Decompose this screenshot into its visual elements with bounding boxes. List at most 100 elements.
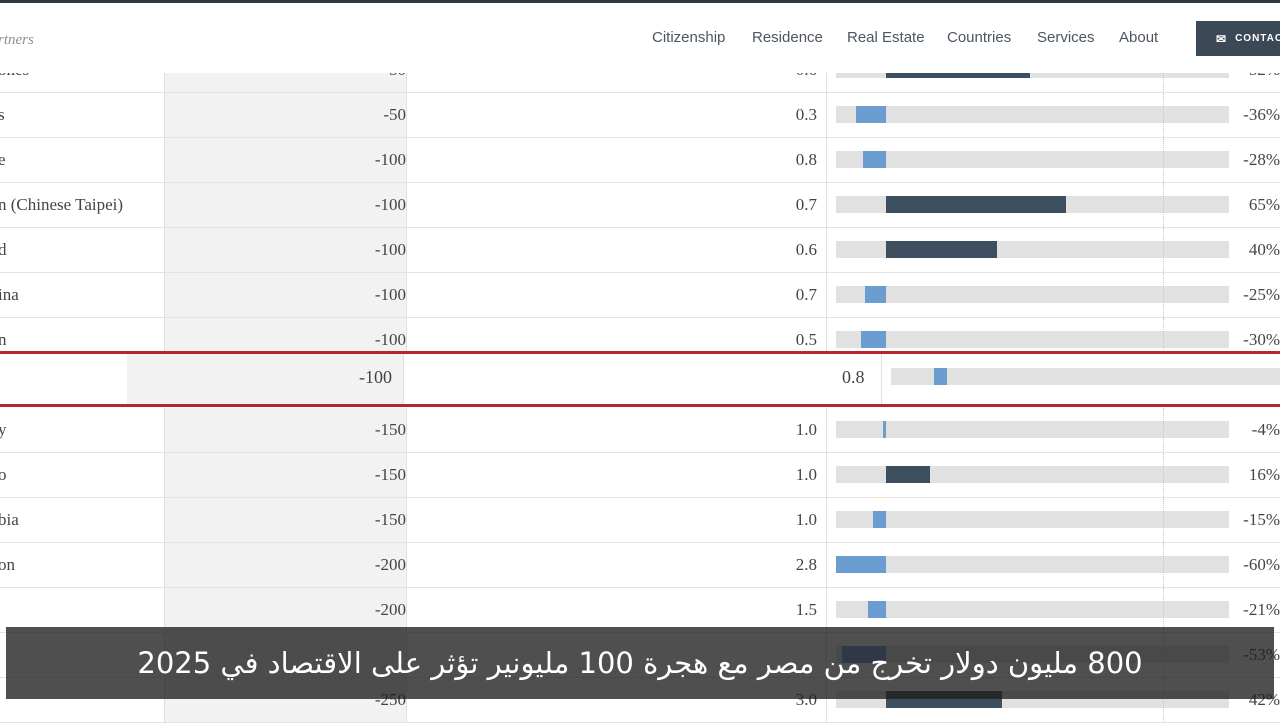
bar-track	[891, 368, 1280, 385]
percent-change: -28%	[1243, 150, 1280, 169]
change-bar	[886, 466, 930, 483]
table-row[interactable]: ina -100 0.7 -25%	[0, 273, 1280, 318]
cell-shade	[165, 138, 406, 182]
change-bar	[861, 331, 886, 348]
bar-track	[836, 106, 1229, 123]
divider	[403, 354, 404, 404]
percent-change: -15%	[1243, 510, 1280, 529]
reference-line	[1163, 93, 1164, 137]
table-row[interactable]: o -150 1.0 16%	[0, 453, 1280, 498]
flow-value: -150	[374, 510, 406, 529]
reference-line	[1163, 498, 1164, 542]
flow-value: -100	[374, 195, 406, 214]
change-bar	[856, 106, 886, 123]
divider	[406, 588, 407, 632]
percent-change: -36%	[1243, 105, 1280, 124]
divider	[406, 543, 407, 587]
percent-change: -25%	[1243, 285, 1280, 304]
divider	[826, 498, 827, 542]
nav-countries[interactable]: Countries	[947, 29, 1011, 46]
divider	[164, 588, 165, 632]
gdp-value: 0.6	[795, 240, 817, 259]
change-bar	[836, 556, 886, 573]
change-bar	[873, 511, 886, 528]
divider	[826, 183, 827, 227]
brand-logo[interactable]: rtners	[0, 32, 34, 49]
gdp-value: 0.8	[795, 150, 817, 169]
change-bar	[886, 241, 997, 258]
table-row[interactable]: d -100 0.6 40%	[0, 228, 1280, 273]
percent-change: 40%	[1248, 240, 1280, 259]
country-name: o	[0, 465, 7, 484]
divider	[826, 543, 827, 587]
caption-text: 800 مليون دولار تخرج من مصر مع هجرة 100 …	[137, 646, 1143, 680]
change-bar	[883, 421, 886, 438]
percent-change: -4%	[1251, 420, 1280, 439]
bar-track	[836, 331, 1229, 348]
divider	[406, 273, 407, 317]
nav-residence[interactable]: Residence	[752, 29, 823, 46]
cell-shade	[165, 93, 406, 137]
table-row[interactable]: n (Chinese Taipei) -100 0.7 65%	[0, 183, 1280, 228]
percent-change: -30%	[1243, 330, 1280, 349]
change-bar	[863, 151, 886, 168]
gdp-value: 0.7	[795, 195, 817, 214]
table-row[interactable]: on -200 2.8 -60%	[0, 543, 1280, 588]
contact-button[interactable]: ✉ CONTAC	[1196, 21, 1280, 56]
country-name: y	[0, 420, 7, 439]
table-row[interactable]: y -150 1.0 -4%	[0, 408, 1280, 453]
reference-line	[1163, 228, 1164, 272]
divider	[826, 228, 827, 272]
reference-line	[1163, 138, 1164, 182]
nav-about[interactable]: About	[1119, 29, 1158, 46]
divider	[406, 183, 407, 227]
cell-shade	[165, 408, 406, 452]
percent-change: 16%	[1248, 465, 1280, 484]
divider	[826, 93, 827, 137]
country-name: bia	[0, 510, 19, 529]
divider	[164, 138, 165, 182]
gdp-value: 2.8	[795, 555, 817, 574]
highlighted-row-egypt[interactable]: -100 0.8	[0, 351, 1280, 407]
table-row[interactable]: s -50 0.3 -36%	[0, 93, 1280, 138]
table-row[interactable]: bia -150 1.0 -15%	[0, 498, 1280, 543]
reference-line	[1163, 408, 1164, 452]
divider	[164, 408, 165, 452]
reference-line	[1163, 588, 1164, 632]
flow-value: -100	[374, 285, 406, 304]
reference-line	[1163, 183, 1164, 227]
cell-shade	[165, 453, 406, 497]
divider	[406, 408, 407, 452]
divider	[826, 408, 827, 452]
bar-track	[836, 151, 1229, 168]
divider	[406, 228, 407, 272]
gdp-value: 0.3	[795, 105, 817, 124]
divider	[406, 453, 407, 497]
cell-shade	[165, 498, 406, 542]
reference-line	[1163, 273, 1164, 317]
divider	[826, 453, 827, 497]
flow-value: -100	[374, 150, 406, 169]
reference-line	[1163, 543, 1164, 587]
mail-icon: ✉	[1216, 31, 1228, 46]
flow-value: -200	[374, 600, 406, 619]
country-name: e	[0, 150, 6, 169]
divider	[826, 273, 827, 317]
news-caption: 800 مليون دولار تخرج من مصر مع هجرة 100 …	[6, 627, 1274, 699]
divider	[164, 543, 165, 587]
nav-real-estate[interactable]: Real Estate	[847, 29, 925, 46]
divider	[406, 138, 407, 182]
country-name: n (Chinese Taipei)	[0, 195, 124, 214]
country-name: n	[0, 330, 7, 349]
country-name: on	[0, 555, 15, 574]
nav-services[interactable]: Services	[1037, 29, 1095, 46]
divider	[164, 273, 165, 317]
nav-citizenship[interactable]: Citizenship	[652, 29, 725, 46]
flow-value: -100	[374, 240, 406, 259]
change-bar	[886, 196, 1066, 213]
reference-line	[1163, 453, 1164, 497]
bar-track	[836, 511, 1229, 528]
table-row[interactable]: e -100 0.8 -28%	[0, 138, 1280, 183]
change-bar	[865, 286, 886, 303]
country-name: d	[0, 240, 7, 259]
